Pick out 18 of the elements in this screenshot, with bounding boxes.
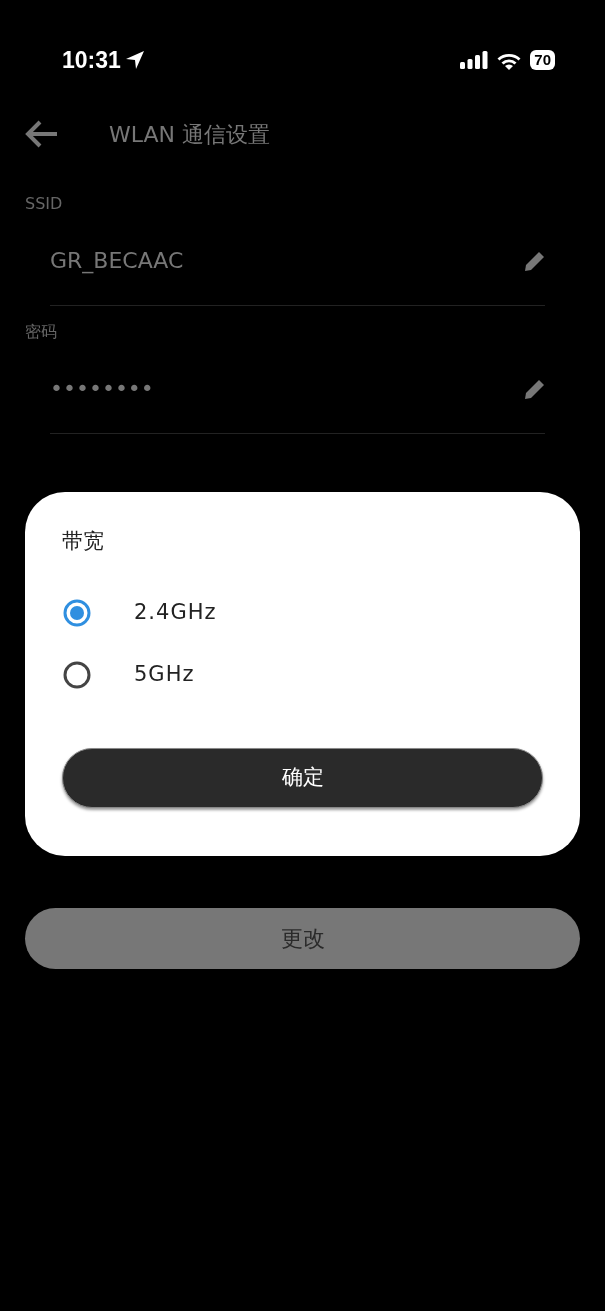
- confirm-button[interactable]: 确定: [62, 748, 543, 808]
- status-time: 10:31: [62, 45, 121, 75]
- pencil-icon[interactable]: [525, 378, 545, 399]
- option-label[interactable]: 2.4GHz: [134, 596, 217, 629]
- signal-icon: [460, 51, 489, 69]
- field-value: GR_BECAAC: [50, 247, 184, 276]
- pencil-icon[interactable]: [525, 250, 545, 271]
- page-title: WLAN 通信设置: [109, 120, 270, 149]
- option-label[interactable]: 5GHz: [134, 658, 195, 691]
- field-label: 密码: [25, 322, 57, 341]
- radio-button[interactable]: [62, 659, 92, 690]
- battery-level: 70: [530, 50, 555, 70]
- field-value: ••••••••: [50, 375, 154, 403]
- back-arrow-icon[interactable]: [25, 120, 59, 148]
- location-arrow-icon: [124, 50, 145, 70]
- field-label: SSID: [25, 194, 63, 213]
- dialog-title: 带宽: [62, 528, 105, 555]
- radio-button[interactable]: [62, 597, 92, 628]
